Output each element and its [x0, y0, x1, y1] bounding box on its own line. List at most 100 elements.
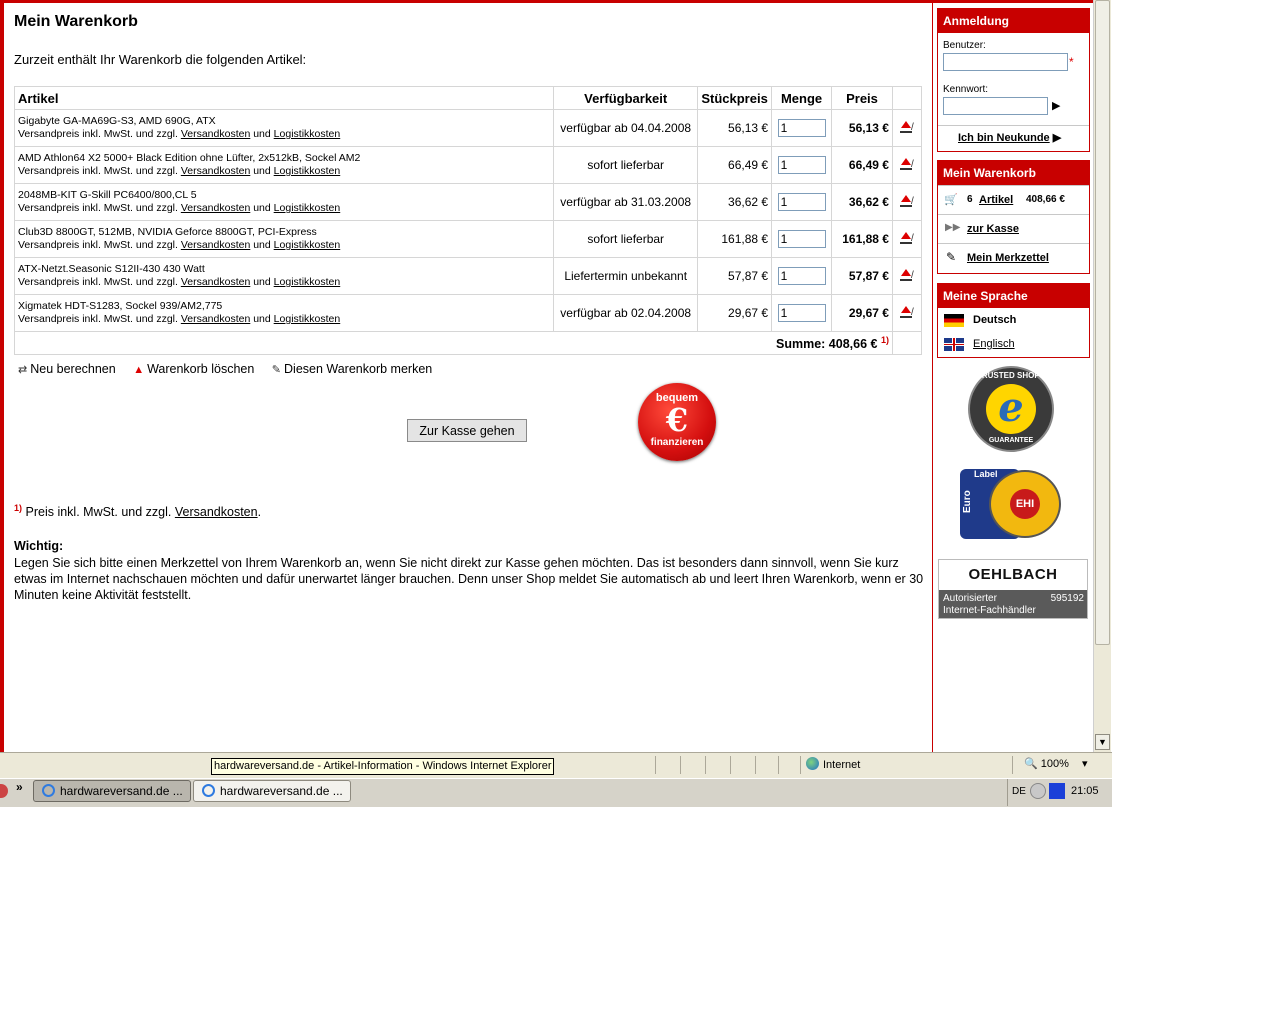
article-name: Club3D 8800GT, 512MB, NVIDIA Geforce 880…	[18, 226, 317, 238]
remove-from-cart-icon[interactable]: /	[899, 268, 914, 281]
shipping-costs-link[interactable]: Versandkosten	[181, 202, 250, 214]
remove-from-cart-icon[interactable]: /	[899, 194, 914, 207]
clear-cart-action[interactable]: ▲ Warenkorb löschen	[133, 362, 254, 376]
shipping-costs-link[interactable]: Versandkosten	[181, 165, 250, 177]
quantity-cell	[771, 183, 833, 221]
vertical-scrollbar[interactable]: ▼	[1093, 0, 1111, 752]
cart-row: Club3D 8800GT, 512MB, NVIDIA Geforce 880…	[13, 220, 923, 258]
cart-intro-text: Zurzeit enthält Ihr Warenkorb die folgen…	[14, 52, 307, 67]
clear-cart-label: Warenkorb löschen	[147, 362, 255, 376]
new-customer-label: Ich bin Neukunde	[958, 132, 1050, 144]
logistics-costs-link[interactable]: Logistikkosten	[274, 313, 341, 325]
quantity-input[interactable]	[777, 304, 826, 322]
language-english-link[interactable]: Englisch	[973, 338, 1015, 350]
mini-cart-articles-link[interactable]: Artikel	[979, 194, 1013, 206]
input-language[interactable]: DE	[1012, 786, 1026, 797]
remove-from-cart-icon[interactable]: /	[899, 157, 914, 170]
header-unit-price: Stückpreis	[697, 86, 773, 110]
magnifier-icon: 🔍	[1024, 758, 1038, 770]
security-zone[interactable]: Internet	[806, 757, 860, 771]
article-cell: ATX-Netzt.Seasonic S12II-430 430 Watt Ver…	[13, 257, 555, 295]
availability: sofort lieferbar	[553, 220, 699, 258]
remember-cart-action[interactable]: ✎ Diesen Warenkorb merken	[272, 362, 432, 376]
mini-cart-summary: 🛒 6 Artikel 408,66 €	[938, 185, 1089, 214]
shipping-prefix: Versandpreis inkl. MwSt. und zzgl.	[18, 202, 178, 214]
shipping-costs-link[interactable]: Versandkosten	[181, 128, 250, 140]
shipping-prefix: Versandpreis inkl. MwSt. und zzgl.	[18, 128, 178, 140]
shipping-note: Versandpreis inkl. MwSt. und zzgl. Versa…	[18, 276, 550, 289]
checkout-link[interactable]: zur Kasse	[967, 223, 1019, 235]
footnote-mark: 1)	[14, 503, 23, 513]
recalc-action[interactable]: ⇄ Neu berechnen	[18, 362, 116, 376]
login-submit-icon[interactable]: ▶	[1052, 99, 1060, 112]
scrollbar-thumb[interactable]	[1095, 0, 1110, 645]
browser-status-bar	[0, 752, 1112, 779]
language-english[interactable]: Englisch	[938, 332, 1089, 356]
oehlbach-info: Autorisierter 595192 Internet-Fachhändle…	[939, 590, 1087, 618]
status-separator	[655, 756, 656, 774]
line-total: 56,13 €	[831, 109, 893, 147]
availability: verfügbar ab 02.04.2008	[553, 294, 699, 332]
tray-expand-icon[interactable]	[1030, 783, 1046, 799]
required-mark: *	[1069, 55, 1074, 69]
uk-flag-icon	[944, 338, 964, 351]
checkout-button[interactable]: Zur Kasse gehen	[407, 419, 527, 442]
username-input[interactable]	[943, 53, 1068, 71]
shipping-prefix: Versandpreis inkl. MwSt. und zzgl.	[18, 165, 178, 177]
tray-media-icon[interactable]	[1049, 783, 1065, 799]
language-box: Meine Sprache Deutsch Englisch	[937, 283, 1090, 358]
shipping-note: Versandpreis inkl. MwSt. und zzgl. Versa…	[18, 239, 550, 252]
ehi-seal-icon: EHI	[989, 470, 1061, 538]
quantity-cell	[771, 220, 833, 258]
remove-from-cart-icon[interactable]: /	[899, 305, 914, 318]
cart-table: Artikel Verfügbarkeit Stückpreis Menge P…	[13, 86, 923, 355]
quantity-input[interactable]	[777, 267, 826, 285]
taskbar-window[interactable]: hardwareversand.de ...	[193, 780, 351, 802]
ehi-euro-label-seal[interactable]: Label Euro EHI	[960, 469, 1064, 539]
logistics-costs-link[interactable]: Logistikkosten	[274, 202, 341, 214]
shipping-and: und	[253, 313, 271, 325]
quantity-input[interactable]	[777, 119, 826, 137]
taskbar-window-active[interactable]: hardwareversand.de ...	[33, 780, 191, 802]
finance-badge[interactable]: bequem € finanzieren	[638, 383, 716, 461]
footnote-shipping-link[interactable]: Versandkosten	[175, 505, 258, 519]
logistics-costs-link[interactable]: Logistikkosten	[274, 128, 341, 140]
trusted-shops-seal[interactable]: TRUSTED SHOPS e GUARANTEE	[970, 368, 1052, 450]
zoom-control[interactable]: 🔍 100% ▾	[1024, 757, 1088, 770]
trusted-shops-bottom: GUARANTEE	[988, 437, 1034, 444]
oehlbach-badge[interactable]: OEHLBACH Autorisierter 595192 Internet-F…	[938, 559, 1088, 619]
remove-from-cart-icon[interactable]: /	[899, 120, 914, 133]
pencil-icon: ✎	[271, 364, 282, 376]
scroll-down-arrow-icon[interactable]: ▼	[1095, 734, 1110, 750]
availability: Liefertermin unbekannt	[553, 257, 699, 295]
notice-text: Legen Sie sich bitte einen Merkzettel vo…	[14, 556, 924, 602]
mini-cart-box: Mein Warenkorb 🛒 6 Artikel 408,66 € ▶▶ z…	[937, 160, 1090, 274]
cart-row: Gigabyte GA-MA69G-S3, AMD 690G, ATX Versa…	[13, 109, 923, 147]
logistics-costs-link[interactable]: Logistikkosten	[274, 165, 341, 177]
quantity-input[interactable]	[777, 230, 826, 248]
language-title: Meine Sprache	[938, 284, 1089, 308]
cart-actions: ⇄ Neu berechnen ▲ Warenkorb löschen ✎ Diese…	[18, 362, 446, 376]
password-input[interactable]	[943, 97, 1048, 115]
cart-icon: 🛒	[944, 194, 958, 206]
quantity-input[interactable]	[777, 193, 826, 211]
shipping-note: Versandpreis inkl. MwSt. und zzgl. Versa…	[18, 313, 550, 326]
quicklaunch-more[interactable]: »	[16, 780, 23, 794]
mini-cart-checkout: ▶▶ zur Kasse	[938, 214, 1089, 243]
line-total: 29,67 €	[831, 294, 893, 332]
shipping-costs-link[interactable]: Versandkosten	[181, 239, 250, 251]
delete-cell: /	[891, 294, 923, 332]
logistics-costs-link[interactable]: Logistikkosten	[274, 276, 341, 288]
new-customer-link[interactable]: Ich bin Neukunde ▶	[958, 131, 1061, 144]
trusted-shops-e-icon: e	[986, 384, 1036, 434]
clock: 21:05	[1071, 785, 1099, 797]
logistics-costs-link[interactable]: Logistikkosten	[274, 239, 341, 251]
pencil-icon: ✎	[946, 250, 957, 264]
quantity-input[interactable]	[777, 156, 826, 174]
left-accent-bar	[0, 3, 4, 752]
language-german[interactable]: Deutsch	[938, 308, 1089, 332]
shipping-costs-link[interactable]: Versandkosten	[181, 276, 250, 288]
shipping-costs-link[interactable]: Versandkosten	[181, 313, 250, 325]
wishlist-link[interactable]: Mein Merkzettel	[967, 252, 1049, 264]
remove-from-cart-icon[interactable]: /	[899, 231, 914, 244]
